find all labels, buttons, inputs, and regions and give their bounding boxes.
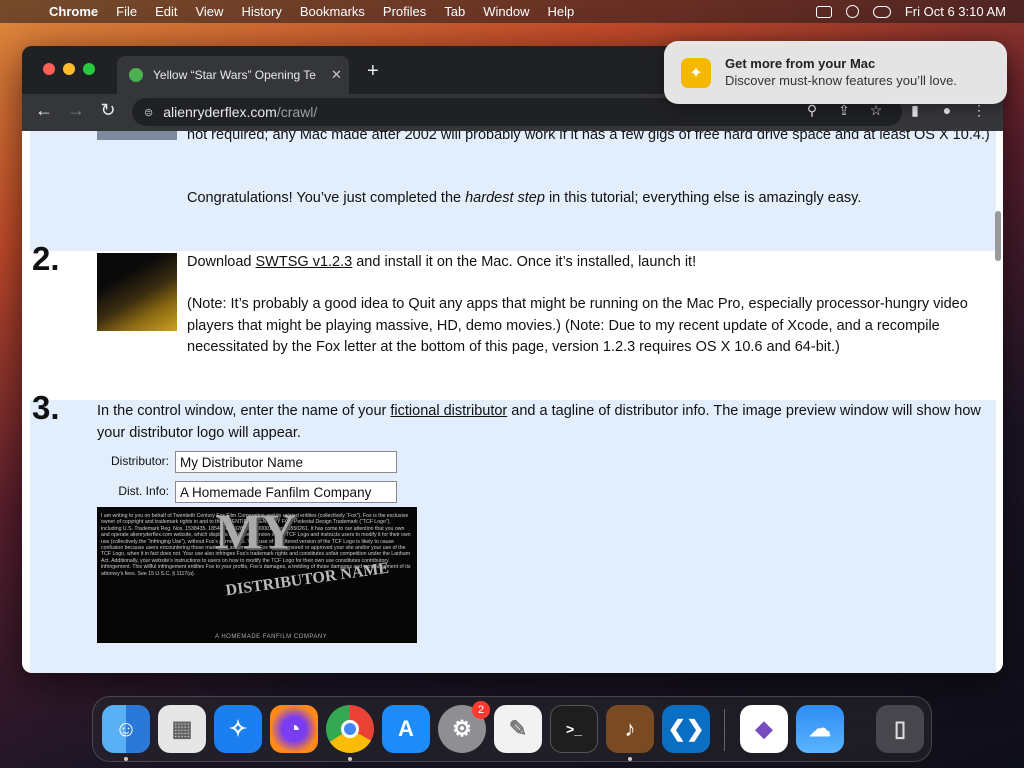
favicon-icon [129,68,143,82]
logo-preview-image: I am writing to you on behalf of Twentie… [97,507,417,643]
chrome-icon[interactable] [326,705,374,753]
bookmark-star-icon[interactable]: ☆ [865,102,887,119]
step2-number: 2. [32,240,60,277]
distributor-input[interactable] [175,451,397,473]
close-window-button[interactable] [43,63,55,75]
distributor-row: Distributor: [97,451,397,473]
step3-text: In the control window, enter the name of… [97,403,981,441]
reload-button[interactable]: ↻ [96,100,120,121]
preview-logo-tagline: A HOMEMADE FANFILM COMPANY [215,634,328,640]
control-center-icon[interactable] [872,5,891,18]
weather-icon[interactable]: ☁ [796,705,844,753]
firefox-icon[interactable]: ◔ [270,705,318,753]
menu-bar: Chrome File Edit View History Bookmarks … [0,0,1024,23]
step1-image [97,131,177,140]
menu-window[interactable]: Window [474,0,538,23]
menu-help[interactable]: Help [539,0,584,23]
chrome-running-dot [348,757,352,761]
trash-icon[interactable]: ▯ [876,705,924,753]
back-button[interactable]: ← [32,100,56,121]
menu-extras: Fri Oct 6 3:10 AM [815,0,1006,23]
browser-window: Yellow “Star Wars” Opening Te ✕ + ← → ↻ … [22,46,1003,673]
forward-button[interactable]: → [64,100,88,121]
menu-kebab-icon[interactable]: ⋮ [968,102,990,119]
site-info-icon[interactable]: ⊜ [144,106,153,119]
dist-info-input[interactable] [175,481,397,503]
finder-icon[interactable]: ☺ [102,705,150,753]
zoom-window-button[interactable] [83,63,95,75]
notification-body: Discover must-know features you’ll love. [725,73,957,88]
side-panel-icon[interactable]: ▮ [904,102,926,119]
menu-app-name[interactable]: Chrome [40,0,107,23]
step2-note: (Note: It’s probably a good idea to Quit… [187,296,968,355]
menu-history[interactable]: History [232,0,290,23]
step2-starwars-thumbnail [97,253,177,331]
menu-clock[interactable]: Fri Oct 6 3:10 AM [905,4,1006,19]
app-store-icon[interactable]: A [382,705,430,753]
menu-edit[interactable]: Edit [146,0,186,23]
garageband-icon[interactable]: ♪ [606,705,654,753]
url-path: /crawl/ [276,104,318,120]
tab-title: Yellow “Star Wars” Opening Te [153,68,316,82]
tab-close-icon[interactable]: ✕ [331,67,342,83]
swtsg-download-link[interactable]: SWTSG v1.2.3 [256,254,353,270]
dock: ☺ ▦ ✧ ◔ A ⚙ 2 ✎ >_ ♪ ❮❯ ◆ ☁ ▯ [92,696,932,762]
system-settings-icon[interactable]: ⚙ 2 [438,701,490,753]
finder-running-dot [124,757,128,761]
garageband-running-dot [628,757,632,761]
lightbulb-icon: ✦ [681,58,711,88]
search-icon[interactable]: ⚲ [801,102,823,119]
tab-active[interactable]: Yellow “Star Wars” Opening Te ✕ [117,56,349,94]
congrats-emphasis: hardest step [465,190,545,206]
new-tab-button[interactable]: + [367,60,379,83]
distributor-label: Distributor: [110,454,169,469]
minimize-window-button[interactable] [63,63,75,75]
dist-info-row: Dist. Info: [97,481,397,503]
menu-profiles[interactable]: Profiles [374,0,435,23]
menu-bookmarks[interactable]: Bookmarks [291,0,374,23]
launchpad-icon[interactable]: ▦ [158,705,206,753]
dist-info-label: Dist. Info: [118,484,169,499]
dock-separator [724,709,725,751]
notification-title: Get more from your Mac [725,56,876,71]
screen-mirroring-icon[interactable] [815,5,832,18]
step1-text: not required; any Mac made after 2002 wi… [187,131,990,143]
visual-studio-icon[interactable]: ◆ [740,705,788,753]
page-content: not required; any Mac made after 2002 wi… [22,131,1003,673]
terminal-icon[interactable]: >_ [550,705,598,753]
fictional-distributor-link[interactable]: fictional distributor [390,403,507,419]
share-icon[interactable]: ⇪ [833,102,855,119]
textedit-icon[interactable]: ✎ [494,705,542,753]
menu-file[interactable]: File [107,0,146,23]
menu-view[interactable]: View [186,0,232,23]
preview-logo-main: MY [215,507,296,559]
notification-badge: 2 [472,701,490,719]
url-host: alienryderflex.com [163,104,277,120]
congrats-text: Congratulations! You’ve just completed t… [187,190,862,206]
spotlight-search-icon[interactable] [845,5,859,18]
menu-tab[interactable]: Tab [435,0,474,23]
notification-banner[interactable]: ✦ Get more from your Mac Discover must-k… [664,41,1007,104]
step3-number: 3. [32,389,60,426]
vscode-icon[interactable]: ❮❯ [662,705,710,753]
profile-icon[interactable]: ● [936,102,958,118]
safari-icon[interactable]: ✧ [214,705,262,753]
step2-text: Download SWTSG v1.2.3 and install it on … [187,254,697,270]
page-scrollbar[interactable] [995,211,1001,261]
